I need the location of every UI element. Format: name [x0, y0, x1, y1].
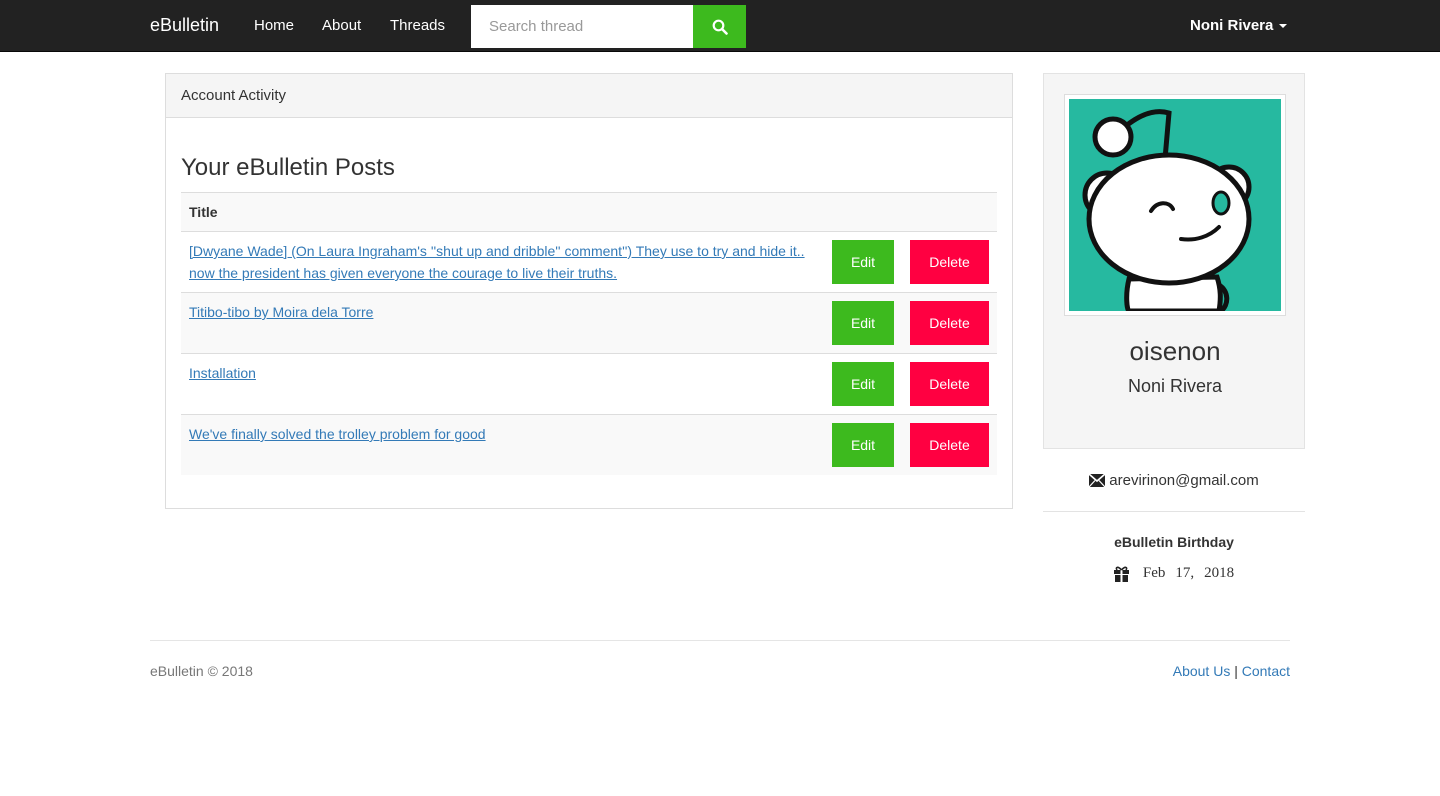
- column-title: Title: [181, 192, 824, 232]
- posts-title: Your eBulletin Posts: [181, 154, 395, 181]
- footer-divider: [150, 640, 1290, 641]
- profile-username: oisenon: [1129, 336, 1221, 366]
- post-link[interactable]: [Dwyane Wade] (On Laura Ingraham's ''shu…: [189, 243, 805, 281]
- profile-name: Noni Rivera: [1127, 376, 1223, 396]
- footer-about-link[interactable]: About Us: [1173, 663, 1231, 679]
- avatar: [1064, 94, 1286, 316]
- table-row: [Dwyane Wade] (On Laura Ingraham's ''shu…: [181, 231, 997, 293]
- navbar: eBulletin Home About Threads Search thre…: [0, 0, 1440, 52]
- search-icon: [712, 19, 728, 35]
- birthday-row: Feb 17, 2018: [1043, 565, 1305, 582]
- gift-icon: [1113, 566, 1129, 582]
- birthday-date: Feb 17, 2018: [1143, 565, 1234, 582]
- edit-button[interactable]: Edit: [832, 423, 894, 467]
- brand-logo[interactable]: eBulletin: [150, 15, 219, 36]
- caret-down-icon: [1279, 23, 1288, 28]
- edit-button[interactable]: Edit: [832, 301, 894, 345]
- birthday-day: 17,: [1175, 565, 1195, 581]
- user-name: Noni Rivera: [1190, 17, 1274, 34]
- footer-links: About Us | Contact: [1173, 663, 1290, 679]
- envelope-icon: [1089, 473, 1106, 487]
- profile-card: oisenon Noni Rivera: [1043, 73, 1305, 449]
- nav-home[interactable]: Home: [254, 17, 294, 34]
- search-placeholder: Search thread: [489, 18, 584, 35]
- table-row: Titibo-tibo by Moira dela Torre Edit Del…: [181, 292, 997, 354]
- nav-about[interactable]: About: [322, 17, 361, 34]
- post-link[interactable]: Installation: [189, 365, 256, 381]
- birthday-year: 2018: [1204, 565, 1235, 581]
- snoo-avatar-icon: [1082, 109, 1252, 311]
- birthday-title: eBulletin Birthday: [1114, 534, 1234, 550]
- edit-button[interactable]: Edit: [832, 362, 894, 406]
- table-header-row: Title: [181, 192, 997, 232]
- footer-separator: |: [1234, 663, 1238, 679]
- birthday-month: Feb: [1142, 565, 1166, 581]
- footer-copyright: eBulletin © 2018: [150, 663, 253, 679]
- footer-contact-link[interactable]: Contact: [1242, 663, 1290, 679]
- panel-heading-text: Account Activity: [181, 87, 287, 104]
- sidebar-divider: [1043, 511, 1305, 512]
- posts-table: Title [Dwyane Wade] (On Laura Ingraham's…: [181, 192, 997, 475]
- search-input[interactable]: Search thread: [471, 5, 693, 48]
- avatar-image: [1069, 99, 1281, 311]
- email-row: arevirinon@gmail.com: [1043, 468, 1305, 492]
- table-row: We've finally solved the trolley problem…: [181, 414, 997, 475]
- table-row: Installation Edit Delete: [181, 353, 997, 415]
- profile-email: arevirinon@gmail.com: [1109, 471, 1259, 489]
- post-link[interactable]: Titibo-tibo by Moira dela Torre: [189, 304, 373, 320]
- search-button[interactable]: [693, 5, 746, 48]
- edit-button[interactable]: Edit: [832, 240, 894, 284]
- account-activity-panel: Account Activity Your eBulletin Posts Ti…: [165, 73, 1013, 509]
- delete-button[interactable]: Delete: [910, 362, 989, 406]
- user-menu[interactable]: Noni Rivera: [1190, 17, 1288, 34]
- panel-heading: Account Activity: [166, 74, 1012, 118]
- delete-button[interactable]: Delete: [910, 240, 989, 284]
- nav-threads[interactable]: Threads: [390, 17, 445, 34]
- delete-button[interactable]: Delete: [910, 301, 989, 345]
- post-link[interactable]: We've finally solved the trolley problem…: [189, 426, 486, 442]
- delete-button[interactable]: Delete: [910, 423, 989, 467]
